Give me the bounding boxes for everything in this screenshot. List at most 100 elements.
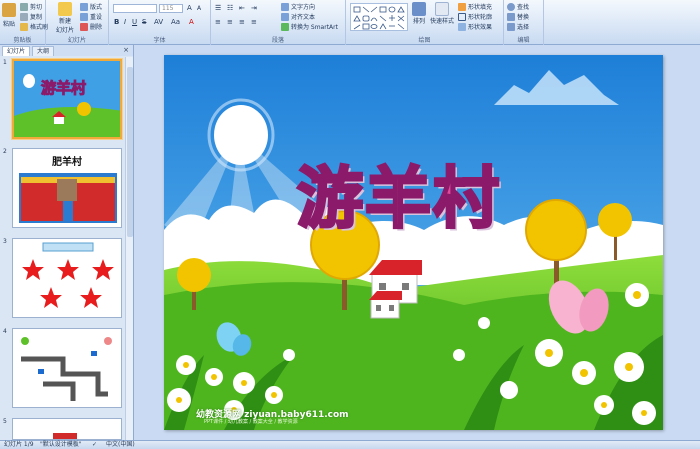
justify-icon[interactable]: ≡ <box>251 18 257 26</box>
panel-scrollbar[interactable] <box>125 57 133 440</box>
editing-label: 编辑 <box>517 37 530 44</box>
font-color-icon[interactable]: A <box>189 18 194 26</box>
new-slide-button[interactable]: 新建 幻灯片 <box>56 2 74 34</box>
outline-icon <box>458 12 466 21</box>
sun <box>214 105 268 165</box>
scrollbar-thumb[interactable] <box>127 67 133 237</box>
scissors-icon <box>20 2 28 11</box>
shapes-icon <box>353 6 405 30</box>
spacing-icon[interactable]: AV <box>154 18 163 26</box>
tab-outline[interactable]: 大纲 <box>32 46 55 56</box>
align-left-icon[interactable]: ≡ <box>215 18 221 26</box>
slide-number: 1 <box>3 59 7 66</box>
shape-outline-button[interactable]: 形状轮廓 <box>458 12 492 21</box>
editing-group: 查找 替换 选择 编辑 <box>504 0 544 45</box>
brush-icon <box>20 22 28 31</box>
layout-icon <box>80 2 88 11</box>
clipboard-label: 剪贴板 <box>13 37 32 44</box>
theme-name: "默认设计模板" <box>40 441 82 448</box>
slide-number: 3 <box>3 238 7 245</box>
font-label: 字体 <box>153 37 166 44</box>
align-text-icon <box>281 12 289 21</box>
quick-styles-icon <box>435 2 449 16</box>
close-panel-icon[interactable]: × <box>123 46 129 56</box>
road-map-icon <box>21 337 112 401</box>
shape-effects-button[interactable]: 形状效果 <box>458 22 492 31</box>
house-small <box>369 291 402 319</box>
font-size-field[interactable]: 115 <box>159 4 183 13</box>
copy-icon <box>20 12 28 21</box>
slide-number: 5 <box>3 418 7 425</box>
ribbon: 粘贴 剪切 复制 格式刷 剪贴板 新建 幻灯片 版式 重设 删除 幻灯片 115… <box>0 0 700 45</box>
italic-icon[interactable]: I <box>124 18 126 26</box>
thumbnail-image[interactable] <box>12 328 122 408</box>
watermark-sub: PPT课件 / 幼儿教案 / 教案大全 / 教学资源 <box>204 419 298 425</box>
find-button[interactable]: 查找 <box>507 2 529 11</box>
slides-group: 新建 幻灯片 版式 重设 删除 幻灯片 <box>46 0 109 45</box>
replace-icon <box>507 12 515 21</box>
thumb-shape <box>53 433 77 439</box>
slide-title[interactable]: 游羊村 <box>296 145 501 241</box>
align-right-icon[interactable]: ≡ <box>239 18 245 26</box>
slides-panel: 幻灯片 大纲 × 1 游羊村 2 肥羊村 3 4 5 <box>0 45 134 440</box>
layout-button[interactable]: 版式 <box>80 2 102 11</box>
delete-icon <box>80 22 88 31</box>
slide-count: 幻灯片 1/9 <box>4 441 34 448</box>
clipboard-group: 粘贴 剪切 复制 格式刷 剪贴板 <box>0 0 48 45</box>
copy-button[interactable]: 复制 <box>20 12 42 21</box>
format-painter-button[interactable]: 格式刷 <box>20 22 48 31</box>
paragraph-label: 段落 <box>271 37 284 44</box>
text-direction-button[interactable]: 文字方向 <box>281 2 315 11</box>
bold-icon[interactable]: B <box>114 18 119 26</box>
strikethrough-icon[interactable]: S <box>142 18 146 26</box>
text-direction-icon <box>281 2 289 11</box>
replace-button[interactable]: 替换 <box>507 12 529 21</box>
stars-icon <box>22 242 114 308</box>
slide-number: 2 <box>3 148 7 155</box>
font-name-field[interactable] <box>113 4 157 13</box>
new-slide-icon <box>58 2 72 16</box>
status-bar: 幻灯片 1/9 "默认设计模板" ✓ 中文(中国) <box>0 440 700 449</box>
thumbnail-image[interactable]: 游羊村 <box>12 59 122 139</box>
paste-button[interactable]: 粘贴 <box>2 3 16 28</box>
thumbnail-image[interactable] <box>12 238 122 318</box>
align-text-button[interactable]: 对齐文本 <box>281 12 315 21</box>
reset-icon <box>80 12 88 21</box>
thumbnail-image[interactable]: 肥羊村 <box>12 148 122 228</box>
delete-button[interactable]: 删除 <box>80 22 102 31</box>
tab-slides[interactable]: 幻灯片 <box>2 46 31 56</box>
main-slide[interactable]: 游羊村 幼教资源网 ziyuan.baby611.com PPT课件 / 幼儿教… <box>164 55 663 430</box>
shrink-font-icon[interactable]: A <box>197 5 201 12</box>
bullets-icon[interactable]: ☰ <box>215 4 221 12</box>
paragraph-group: ☰ ☷ ⇤ ⇥ ≡ ≡ ≡ ≡ 文字方向 对齐文本 转换为 SmartArt 段… <box>211 0 346 45</box>
underline-icon[interactable]: U <box>132 18 137 26</box>
drawing-label: 绘图 <box>418 37 431 44</box>
arrange-button[interactable]: 排列 <box>412 2 426 25</box>
language: 中文(中国) <box>106 441 135 448</box>
find-icon <box>507 2 515 11</box>
indent-icon[interactable]: ⇤ <box>239 4 245 12</box>
grow-font-icon[interactable]: A <box>187 4 192 12</box>
thumbnail-scene <box>14 61 120 137</box>
slide-number: 4 <box>3 328 7 335</box>
quick-styles-button[interactable]: 快速样式 <box>430 2 454 25</box>
numbering-icon[interactable]: ☷ <box>227 4 233 12</box>
stage-curtain-icon <box>19 173 117 223</box>
thumbnail-image[interactable] <box>12 418 122 440</box>
select-button[interactable]: 选择 <box>507 22 529 31</box>
shape-fill-button[interactable]: 形状填充 <box>458 2 492 11</box>
smartart-button[interactable]: 转换为 SmartArt <box>281 22 338 31</box>
case-icon[interactable]: Aa <box>171 18 180 26</box>
font-group: 115 A A B I U S AV Aa A 字体 <box>109 0 211 45</box>
panel-tabs: 幻灯片 大纲 × <box>0 45 133 56</box>
align-center-icon[interactable]: ≡ <box>227 18 233 26</box>
clipboard-icon <box>2 3 16 17</box>
shapes-gallery[interactable] <box>350 3 408 31</box>
smartart-icon <box>281 22 289 31</box>
slides-label: 幻灯片 <box>67 37 86 44</box>
spellcheck-icon[interactable]: ✓ <box>92 441 97 449</box>
reset-button[interactable]: 重设 <box>80 12 102 21</box>
cut-button[interactable]: 剪切 <box>20 2 42 11</box>
outdent-icon[interactable]: ⇥ <box>251 4 257 12</box>
select-icon <box>507 22 515 31</box>
